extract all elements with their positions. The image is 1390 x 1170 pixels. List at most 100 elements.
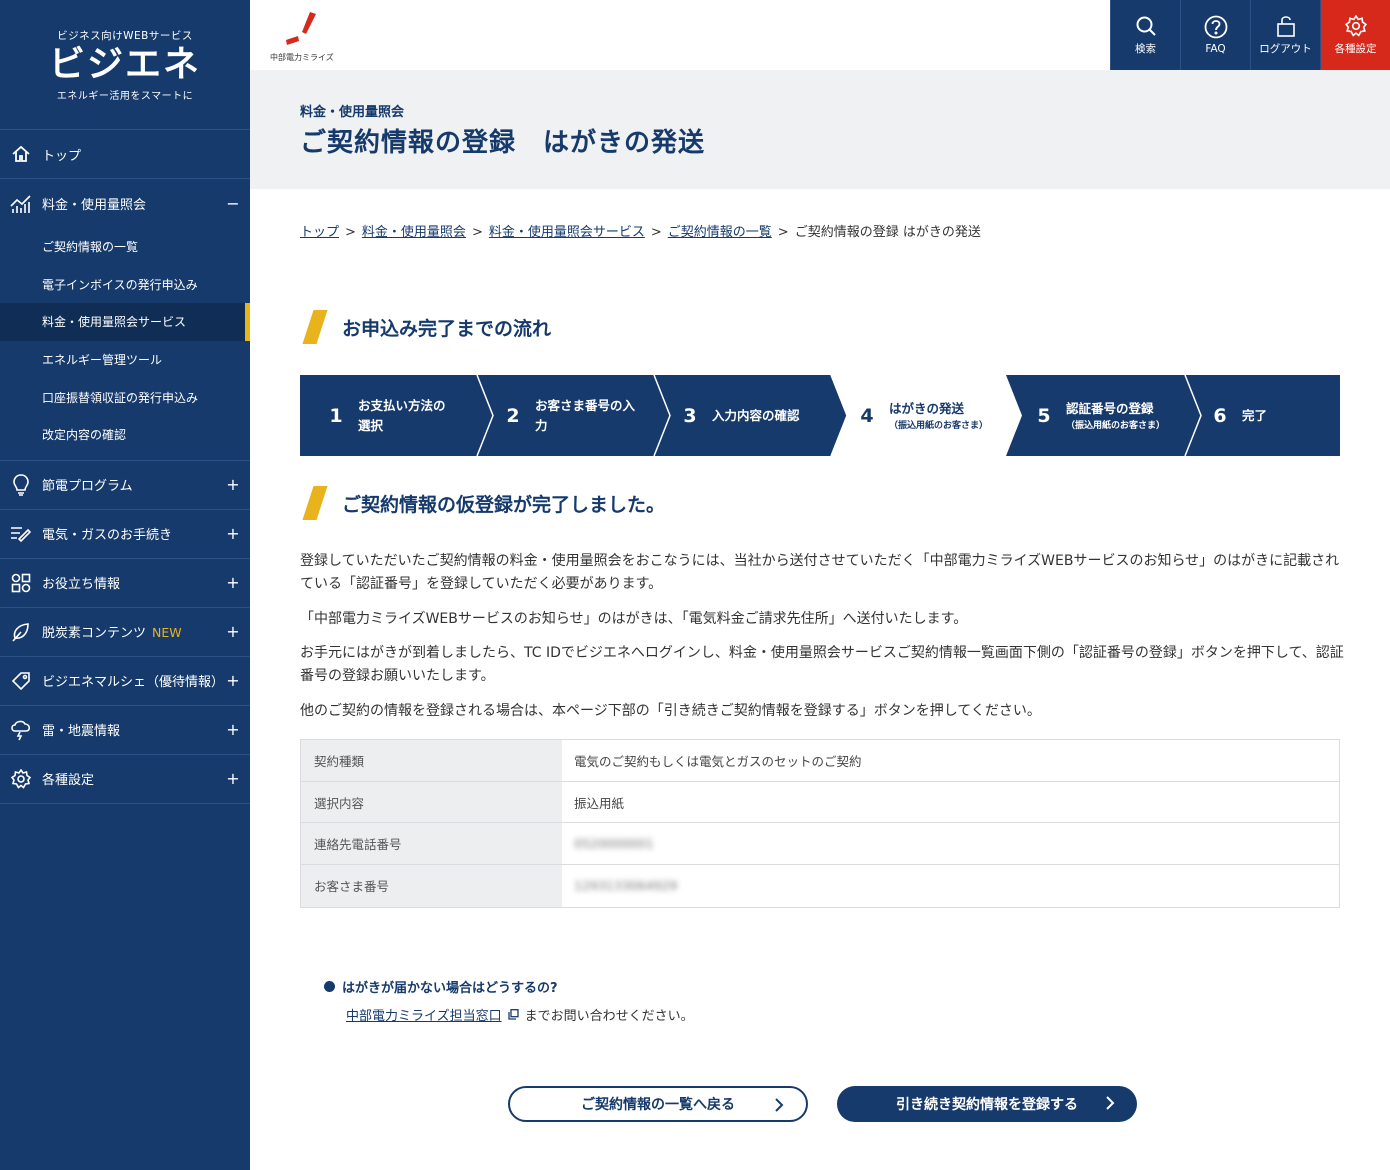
breadcrumb-link-billing[interactable]: 料金・使用量照会 — [362, 225, 466, 240]
table-row: 契約種類 電気のご契約もしくは電気とガスのセットのご契約 — [301, 740, 1339, 782]
sidebar-item-marche[interactable]: ビジエネマルシェ（優待情報） + — [0, 657, 250, 706]
done-heading-text: ご契約情報の仮登録が完了しました。 — [342, 493, 666, 516]
sidebar-item-label: トップ — [42, 148, 82, 164]
tool-label: 検索 — [1135, 42, 1156, 55]
external-link-icon — [507, 1009, 519, 1020]
step-2: 2 お客さま番号の入力 — [499, 375, 635, 456]
sidebar-item-billing[interactable]: 料金・使用量照会 − — [0, 179, 250, 228]
step-label-line1: お支払い方法の — [358, 397, 446, 413]
sidebar: ビジネス向けWEBサービス ビジエネ エネルギー活用をスマートに トップ 料金・… — [0, 0, 250, 1170]
breadcrumb-separator: > — [345, 225, 356, 240]
faq-answer: 中部電力ミライズ担当窓口 までお問い合わせください。 — [346, 1005, 694, 1024]
expand-icon[interactable]: + — [226, 524, 240, 543]
step-label-line1: はがきの発送 — [889, 400, 965, 416]
table-key: 連絡先電話番号 — [301, 823, 562, 865]
corp-logo-mark-icon — [286, 12, 316, 45]
continue-register-button[interactable]: 引き続き契約情報を登録する — [837, 1086, 1137, 1122]
faq-button[interactable]: FAQ — [1180, 0, 1250, 70]
table-value-phone: 0520000001 — [562, 823, 1339, 864]
sidebar-item-label: 雷・地震情報 — [42, 724, 121, 740]
step-label-line2: 選択 — [358, 417, 384, 433]
step-label-line1: 認証番号の登録 — [1066, 400, 1154, 416]
table-value: 振込用紙 — [574, 795, 625, 811]
step-label: はがきの発送 （振込用紙のお客さま） — [889, 399, 988, 433]
back-to-contracts-button[interactable]: ご契約情報の一覧へ戻る — [508, 1086, 808, 1122]
expand-icon[interactable]: + — [226, 671, 240, 690]
done-paragraph-4: 他のご契約の情報を登録される場合は、本ページ下部の「引き続きご契約情報を登録する… — [300, 703, 1041, 719]
table-row: 連絡先電話番号 0520000001 — [301, 823, 1339, 866]
leaf-icon — [10, 621, 32, 643]
sidebar-subitem-revision[interactable]: 改定内容の確認 — [0, 416, 250, 454]
sidebar-subitem-billing-service[interactable]: 料金・使用量照会サービス — [0, 303, 250, 341]
faq-question-text: はがきが届かない場合はどうするの? — [342, 981, 558, 996]
header-tools: 検索 FAQ ログアウト 各種設定 — [1110, 0, 1390, 70]
table-row: お客さま番号 1293133064929 — [301, 865, 1339, 907]
done-paragraph-3: お手元にはがきが到着しましたら、TC IDでビジエネへログインし、料金・使用量照… — [300, 645, 1344, 684]
button-label: 引き続き契約情報を登録する — [896, 1097, 1078, 1113]
step-number: 6 — [1213, 404, 1227, 427]
sidebar-subitem-invoice[interactable]: 電子インボイスの発行申込み — [0, 266, 250, 304]
flow-heading-text: お申込み完了までの流れ — [342, 317, 552, 340]
breadcrumb-link-top[interactable]: トップ — [300, 225, 339, 240]
sidebar-item-saving[interactable]: 節電プログラム + — [0, 461, 250, 510]
table-row: 選択内容 振込用紙 — [301, 781, 1339, 824]
sidebar-item-text: 脱炭素コンテンツ — [42, 626, 147, 642]
chevron-right-icon — [775, 1098, 784, 1112]
heading-accent — [302, 310, 328, 344]
home-icon — [10, 143, 32, 165]
expand-icon[interactable]: + — [226, 720, 240, 739]
collapse-icon[interactable]: − — [226, 194, 240, 213]
corp-logo[interactable]: 中部電力ミライズ — [270, 10, 350, 62]
sidebar-item-top[interactable]: トップ — [0, 130, 250, 179]
edit-icon — [10, 523, 32, 545]
breadcrumb-separator: > — [650, 225, 662, 240]
sidebar-item-useful[interactable]: お役立ち情報 + — [0, 559, 250, 608]
expand-icon[interactable]: + — [226, 475, 240, 494]
sidebar-item-procedures[interactable]: 電気・ガスのお手続き + — [0, 510, 250, 559]
breadcrumb-link-contracts[interactable]: ご契約情報の一覧 — [668, 225, 772, 240]
tool-label: FAQ — [1205, 43, 1226, 55]
brand-logo[interactable]: ビジネス向けWEBサービス ビジエネ エネルギー活用をスマートに — [0, 0, 250, 130]
sidebar-item-label: 脱炭素コンテンツ NEW — [42, 622, 226, 641]
grid-icon — [10, 572, 32, 594]
step-3: 3 入力内容の確認 — [676, 375, 799, 456]
breadcrumb: トップ > 料金・使用量照会 > 料金・使用量照会サービス > ご契約情報の一覧 > ご契約情報… — [300, 221, 981, 240]
logout-button[interactable]: ログアウト — [1250, 0, 1320, 70]
breadcrumb-separator: > — [777, 225, 789, 240]
sidebar-item-settings[interactable]: 各種設定 + — [0, 755, 250, 804]
step-label-line1: お客さま番号の入 — [535, 397, 636, 413]
sidebar-subitem-contracts[interactable]: ご契約情報の一覧 — [0, 228, 250, 266]
sidebar-subitem-receipt[interactable]: 口座振替領収証の発行申込み — [0, 378, 250, 416]
chart-icon — [10, 193, 32, 215]
contract-info-table: 契約種類 電気のご契約もしくは電気とガスのセットのご契約 選択内容 振込用紙 連… — [300, 739, 1340, 908]
step-number: 1 — [329, 404, 343, 427]
step-note: （振込用紙のお客さま） — [889, 420, 989, 431]
search-button[interactable]: 検索 — [1110, 0, 1180, 70]
brand-name: ビジエネ — [48, 43, 201, 85]
search-icon — [1136, 16, 1156, 36]
done-heading: ご契約情報の仮登録が完了しました。 — [300, 486, 665, 520]
settings-button[interactable]: 各種設定 — [1320, 0, 1390, 70]
expand-icon[interactable]: + — [226, 573, 240, 592]
sidebar-item-label: お役立ち情報 — [42, 577, 121, 593]
contact-window-link[interactable]: 中部電力ミライズ担当窓口 — [346, 1005, 502, 1024]
sidebar-subnav-billing: ご契約情報の一覧 電子インボイスの発行申込み 料金・使用量照会サービス エネルギ… — [0, 228, 250, 461]
expand-icon[interactable]: + — [226, 769, 240, 788]
sidebar-item-decarbon[interactable]: 脱炭素コンテンツ NEW + — [0, 608, 250, 657]
breadcrumb-link-billing-service[interactable]: 料金・使用量照会サービス — [489, 225, 645, 240]
step-4-current: 4 はがきの発送 （振込用紙のお客さま） — [853, 375, 988, 456]
sidebar-item-label: 節電プログラム — [42, 479, 133, 495]
step-number: 5 — [1037, 404, 1051, 427]
sidebar-item-label: 各種設定 — [42, 773, 95, 789]
expand-icon[interactable]: + — [226, 622, 240, 641]
bullet-icon — [324, 981, 335, 992]
sidebar-item-weather[interactable]: 雷・地震情報 + — [0, 706, 250, 755]
sidebar-subitem-energy-tool[interactable]: エネルギー管理ツール — [0, 341, 250, 379]
tag-icon — [10, 670, 32, 692]
tool-label: 各種設定 — [1334, 42, 1377, 55]
lock-icon — [1276, 15, 1295, 37]
breadcrumb-current: ご契約情報の登録 はがきの発送 — [794, 225, 981, 240]
header: 中部電力ミライズ 検索 FAQ ログアウト 各種設定 — [250, 0, 1390, 70]
step-label-line2: 力 — [535, 417, 548, 433]
progress-steps: 1 お支払い方法の 選択 2 お客さま番号の入力 3 入力内容の確認 4 はがきの… — [300, 375, 1340, 456]
